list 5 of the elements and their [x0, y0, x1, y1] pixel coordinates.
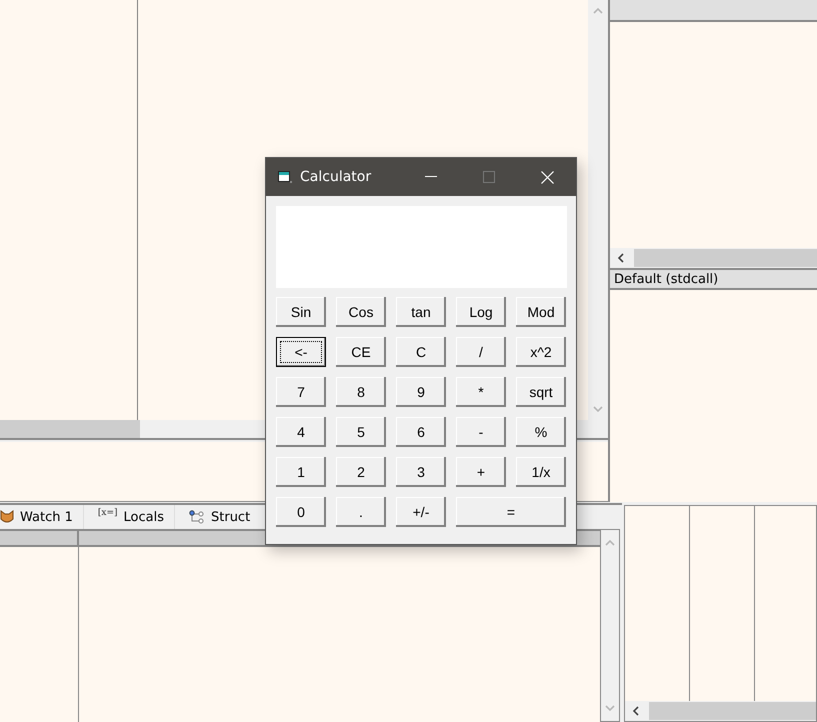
- tab-label: Watch 1: [20, 510, 73, 524]
- tab-label: Locals: [124, 510, 164, 524]
- variable-icon: [x=]: [98, 508, 118, 518]
- tab-label: Struct: [211, 510, 250, 524]
- window-title: Calculator: [300, 169, 372, 185]
